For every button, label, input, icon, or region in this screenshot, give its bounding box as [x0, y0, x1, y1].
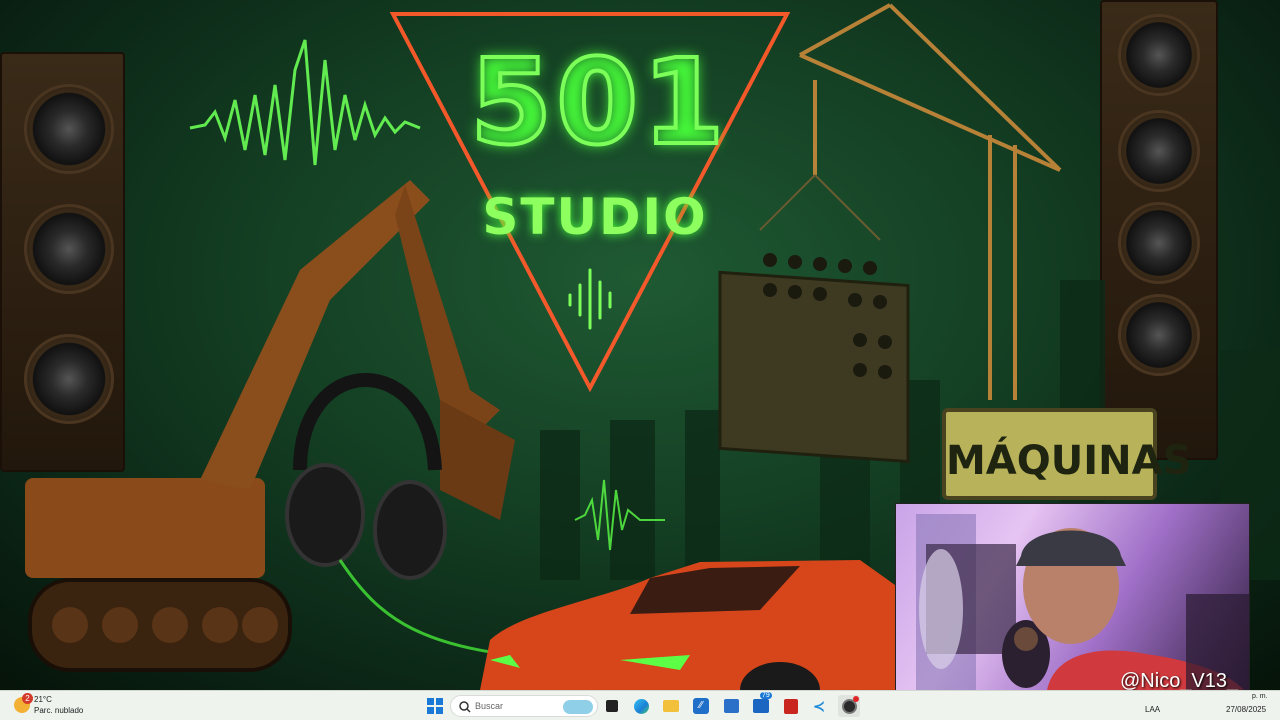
vscode-icon[interactable]: ≺	[808, 695, 830, 717]
mail-badge: 79	[760, 692, 772, 699]
excavator	[25, 180, 515, 672]
task-view-icon[interactable]	[601, 695, 623, 717]
search-icon	[459, 701, 471, 713]
app-icon[interactable]: ∕∕	[690, 695, 712, 717]
folder-icon[interactable]	[660, 695, 682, 717]
store-icon[interactable]	[720, 695, 742, 717]
weather-temperature: 21°C	[34, 695, 52, 704]
pdf-icon[interactable]	[780, 695, 802, 717]
maquinas-sign: MÁQUINAS	[942, 408, 1192, 500]
synth-module	[718, 174, 910, 464]
waveform-top	[189, 39, 421, 166]
search-highlight-icon	[563, 700, 593, 714]
windows-logo-icon[interactable]	[424, 695, 446, 717]
search-placeholder: Buscar	[475, 701, 504, 711]
sign-text: MÁQUINAS	[946, 438, 1192, 484]
logo-number: 501	[468, 33, 729, 171]
taskbar: 2 21°C Parc. nublado Buscar ∕∕ 79 ≺ LAA …	[0, 690, 1280, 720]
search-box[interactable]: Buscar	[450, 695, 598, 717]
language-indicator[interactable]: LAA	[1145, 705, 1160, 714]
clock-time[interactable]: p. m.	[1252, 693, 1268, 700]
clock-date[interactable]: 27/08/2025	[1226, 705, 1266, 714]
weather-alert-badge: 2	[22, 693, 33, 704]
mail-icon[interactable]: 79	[750, 692, 772, 717]
weather-condition: Parc. nublado	[34, 706, 84, 715]
edge-icon[interactable]	[630, 695, 652, 717]
logo-word: STUDIO	[482, 188, 708, 246]
obs-icon[interactable]	[838, 695, 860, 717]
weather-widget[interactable]: 2 21°C Parc. nublado	[14, 693, 124, 719]
